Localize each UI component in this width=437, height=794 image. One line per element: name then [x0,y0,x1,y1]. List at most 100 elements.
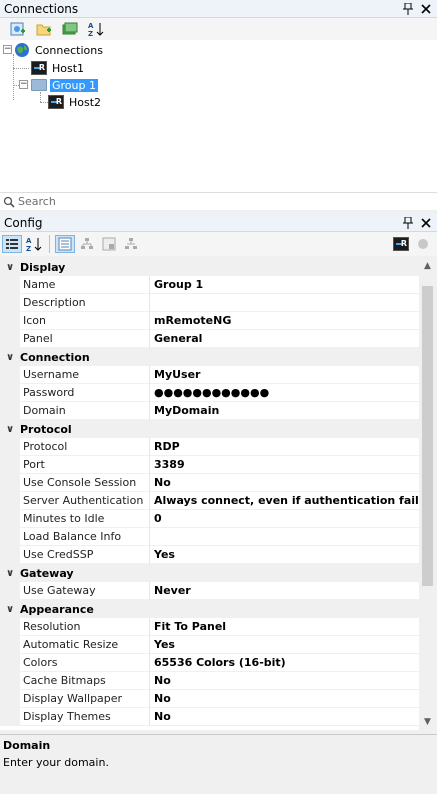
property-value[interactable]: No [150,474,419,492]
property-value[interactable]: MyUser [150,366,419,384]
tree-root[interactable]: Connections [14,42,105,58]
alphabetical-icon[interactable]: AZ [24,235,44,253]
property-name: Display Themes [20,708,150,726]
categorized-icon[interactable] [2,235,22,253]
property-value[interactable]: mRemoteNG [150,312,419,330]
default-inheritance-icon[interactable] [121,235,141,253]
row-gutter [0,330,20,348]
scroll-down-icon[interactable]: ▼ [419,714,436,730]
config-toolbar: AZ [0,232,437,256]
property-row[interactable]: Automatic Resize Yes [0,636,419,654]
property-value[interactable]: 0 [150,510,419,528]
property-row[interactable]: Password ●●●●●●●●●●●● [0,384,419,402]
category-row[interactable]: ∨ Gateway [0,564,419,582]
property-row[interactable]: Minutes to Idle 0 [0,510,419,528]
property-name: Server Authentication [20,492,150,510]
property-value[interactable]: No [150,672,419,690]
tree-item-host1[interactable]: Host1 [31,60,86,76]
property-row[interactable]: Colors 65536 Colors (16-bit) [0,654,419,672]
property-row[interactable]: Load Balance Info [0,528,419,546]
property-row[interactable]: Description [0,294,419,312]
properties-icon[interactable] [55,235,75,253]
category-name: Protocol [20,422,72,436]
property-name: Display Wallpaper [20,690,150,708]
property-value[interactable]: 65536 Colors (16-bit) [150,654,419,672]
property-row[interactable]: Port 3389 [0,456,419,474]
property-value[interactable]: General [150,330,419,348]
row-gutter [0,456,20,474]
default-properties-icon[interactable] [99,235,119,253]
property-name: Automatic Resize [20,636,150,654]
property-row[interactable]: Display Wallpaper No [0,690,419,708]
property-value[interactable]: No [150,708,419,726]
property-name: Cache Bitmaps [20,672,150,690]
property-row[interactable]: Use CredSSP Yes [0,546,419,564]
pin-icon[interactable] [401,2,415,16]
category-row[interactable]: ∨ Connection [0,348,419,366]
property-value[interactable]: Fit To Panel [150,618,419,636]
chevron-down-icon[interactable]: ∨ [0,424,20,435]
new-folder-icon[interactable] [34,20,54,38]
search-bar [0,192,437,210]
property-value[interactable]: Always connect, even if authentication f… [150,492,419,510]
view-icon[interactable] [60,20,80,38]
property-name: Domain [20,402,150,420]
chevron-down-icon[interactable]: ∨ [0,568,20,579]
property-value[interactable]: Yes [150,636,419,654]
property-name: Colors [20,654,150,672]
chevron-down-icon[interactable]: ∨ [0,352,20,363]
close-icon[interactable] [419,2,433,16]
category-row[interactable]: ∨ Display [0,258,419,276]
pin-icon[interactable] [401,216,415,230]
row-gutter [0,312,20,330]
property-value[interactable]: 3389 [150,456,419,474]
property-row[interactable]: Use Gateway Never [0,582,419,600]
row-gutter [0,402,20,420]
collapse-icon[interactable]: − [19,80,28,89]
row-gutter [0,690,20,708]
vertical-scrollbar[interactable]: ▲ ▼ [419,258,436,730]
property-value[interactable]: Yes [150,546,419,564]
property-row[interactable]: Domain MyDomain [0,402,419,420]
category-row[interactable]: ∨ Protocol [0,420,419,438]
property-row[interactable]: Username MyUser [0,366,419,384]
property-row[interactable]: Server Authentication Always connect, eve… [0,492,419,510]
property-value[interactable] [150,528,419,546]
row-gutter [0,618,20,636]
collapse-icon[interactable]: − [3,45,12,54]
property-value[interactable]: No [150,690,419,708]
property-value[interactable]: ●●●●●●●●●●●● [150,384,419,402]
search-input[interactable] [18,195,418,208]
property-grid: ∨ Display Name Group 1 Description Icon mRemot… [0,258,419,730]
property-row[interactable]: Protocol RDP [0,438,419,456]
scrollbar-thumb[interactable] [422,286,433,586]
row-gutter [0,294,20,312]
property-value[interactable]: Group 1 [150,276,419,294]
property-name: Name [20,276,150,294]
sort-az-icon[interactable]: AZ [86,20,106,38]
chevron-down-icon[interactable]: ∨ [0,604,20,615]
property-row[interactable]: Cache Bitmaps No [0,672,419,690]
chevron-down-icon[interactable]: ∨ [0,262,20,273]
property-value[interactable]: MyDomain [150,402,419,420]
property-row[interactable]: Panel General [0,330,419,348]
property-value[interactable]: Never [150,582,419,600]
inheritance-icon[interactable] [77,235,97,253]
property-value[interactable]: RDP [150,438,419,456]
close-icon[interactable] [419,216,433,230]
category-name: Connection [20,350,90,364]
property-name: Protocol [20,438,150,456]
category-row[interactable]: ∨ Appearance [0,600,419,618]
tree-item-host2[interactable]: Host2 [48,94,103,110]
property-value[interactable] [150,294,419,312]
property-row[interactable]: Resolution Fit To Panel [0,618,419,636]
property-row[interactable]: Name Group 1 [0,276,419,294]
property-row[interactable]: Icon mRemoteNG [0,312,419,330]
property-row[interactable]: Use Console Session No [0,474,419,492]
new-connection-icon[interactable] [8,20,28,38]
tree-item-group1[interactable]: Group 1 [31,77,98,93]
scroll-up-icon[interactable]: ▲ [419,258,436,274]
rdp-icon[interactable] [391,235,411,253]
property-row[interactable]: Display Themes No [0,708,419,726]
tree-root-label: Connections [35,43,103,57]
